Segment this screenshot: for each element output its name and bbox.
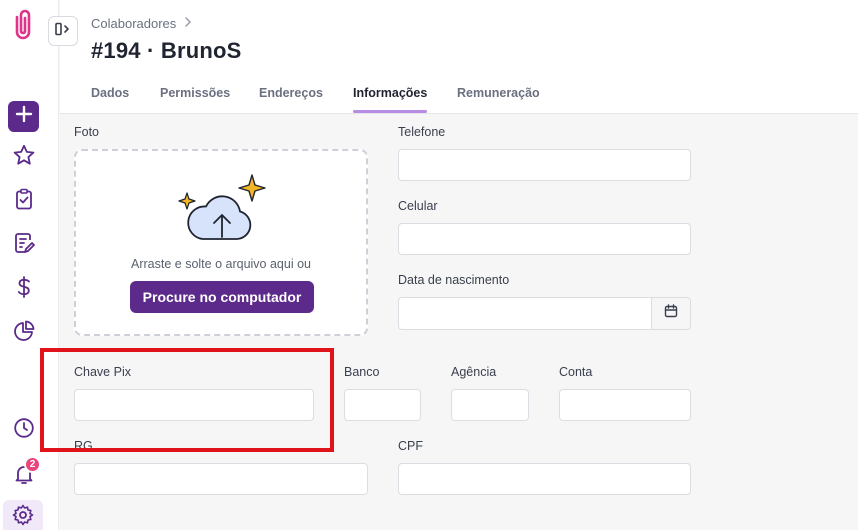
paperclip-logo-icon[interactable] xyxy=(7,6,39,44)
data-nascimento-label: Data de nascimento xyxy=(398,273,510,287)
sidebar-toggle-button[interactable] xyxy=(48,16,78,46)
highlight-box xyxy=(40,348,334,452)
calendar-icon xyxy=(664,304,678,323)
finance-button[interactable] xyxy=(8,273,40,305)
notification-count-badge: 2 xyxy=(24,456,41,473)
page-title: #194 · BrunoS xyxy=(91,38,242,63)
conta-field[interactable] xyxy=(559,389,691,421)
star-icon xyxy=(12,143,36,172)
telefone-label: Telefone xyxy=(398,125,446,139)
active-tab-indicator xyxy=(353,110,427,113)
tab-informacoes[interactable]: Informações xyxy=(353,86,427,100)
settings-button[interactable] xyxy=(3,500,43,530)
tab-remuneracao[interactable]: Remuneração xyxy=(457,86,540,100)
tasks-button[interactable] xyxy=(8,185,40,217)
cpf-field[interactable] xyxy=(398,463,691,495)
pie-chart-icon xyxy=(12,319,36,348)
panel-collapse-icon xyxy=(55,22,71,41)
breadcrumb: Colaboradores xyxy=(91,16,192,31)
calendar-button[interactable] xyxy=(651,297,691,330)
photo-dropzone[interactable]: Arraste e solte o arquivo aqui ou Procur… xyxy=(74,149,368,336)
chevron-right-icon xyxy=(184,16,192,31)
reports-button[interactable] xyxy=(8,317,40,349)
dropzone-instructions: Arraste e solte o arquivo aqui ou xyxy=(131,257,311,271)
cpf-label: CPF xyxy=(398,439,423,453)
foto-label: Foto xyxy=(74,125,100,139)
documents-button[interactable] xyxy=(8,229,40,261)
tab-permissoes[interactable]: Permissões xyxy=(160,86,230,100)
celular-field[interactable] xyxy=(398,223,691,255)
cloud-upload-icon xyxy=(177,173,267,252)
breadcrumb-parent-link[interactable]: Colaboradores xyxy=(91,16,176,31)
dollar-icon xyxy=(12,275,36,304)
tab-dados[interactable]: Dados xyxy=(91,86,129,100)
agencia-label: Agência xyxy=(451,365,497,379)
celular-label: Celular xyxy=(398,199,438,213)
add-button[interactable] xyxy=(8,101,39,132)
agencia-field[interactable] xyxy=(451,389,529,421)
plus-icon xyxy=(15,105,33,128)
history-button[interactable] xyxy=(8,414,40,446)
banco-field[interactable] xyxy=(344,389,421,421)
telefone-field[interactable] xyxy=(398,149,691,181)
browse-computer-button[interactable]: Procure no computador xyxy=(130,281,314,313)
clipboard-check-icon xyxy=(12,187,36,216)
rg-field[interactable] xyxy=(74,463,368,495)
tab-enderecos[interactable]: Endereços xyxy=(259,86,323,100)
clock-icon xyxy=(12,416,36,445)
conta-label: Conta xyxy=(559,365,593,379)
gear-icon xyxy=(11,503,35,530)
banco-label: Banco xyxy=(344,365,380,379)
edit-document-icon xyxy=(12,231,36,260)
favorites-button[interactable] xyxy=(8,141,40,173)
birthdate-field[interactable] xyxy=(398,297,652,330)
